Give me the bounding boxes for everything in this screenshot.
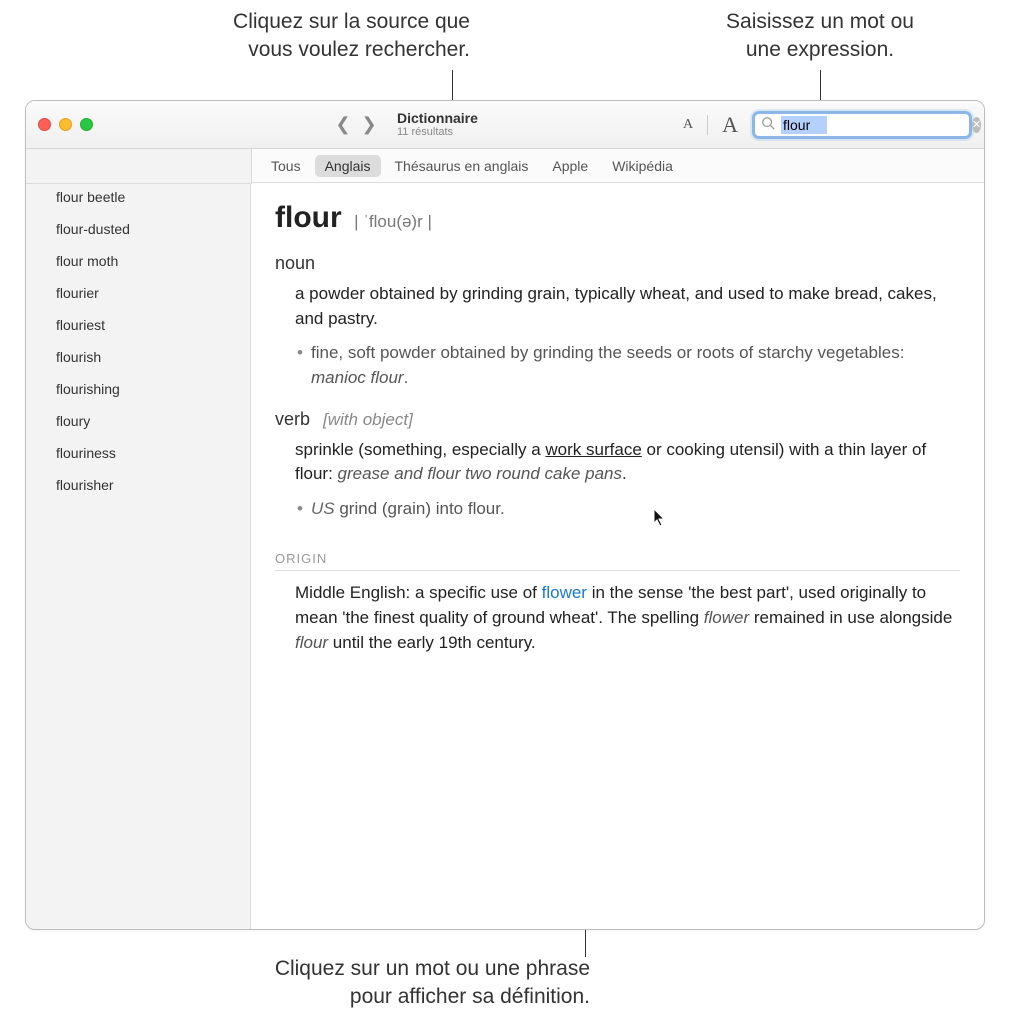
- verb-annotation: [with object]: [323, 410, 413, 429]
- noun-subdefinition: fine, soft powder obtained by grinding t…: [299, 341, 960, 390]
- origin-link[interactable]: flower: [542, 583, 587, 602]
- pronunciation: | ˈflou(ə)r |: [354, 212, 432, 231]
- origin-text: Middle English: a specific use of flower…: [295, 581, 960, 655]
- maximize-button[interactable]: [80, 118, 93, 131]
- dictionary-window: ❮ ❯ Dictionnaire 11 résultats A A ✕ flou…: [25, 100, 985, 930]
- sidebar-item[interactable]: flour moth: [26, 245, 250, 277]
- italic-text: flour: [295, 633, 328, 652]
- sidebar-item[interactable]: flour beetle: [26, 181, 250, 213]
- pos-noun: noun: [275, 253, 960, 274]
- source-tab-apple[interactable]: Apple: [542, 155, 598, 177]
- verb-subdefinition: US grind (grain) into flour.: [299, 497, 960, 522]
- font-size-controls: A A: [683, 112, 738, 138]
- window-title: Dictionnaire: [397, 110, 478, 126]
- source-tab-wikipédia[interactable]: Wikipédia: [602, 155, 683, 177]
- sidebar: flourflour beetleflour-dustedflour mothf…: [26, 149, 251, 929]
- close-button[interactable]: [38, 118, 51, 131]
- text: .: [404, 368, 409, 387]
- forward-button[interactable]: ❯: [359, 114, 379, 135]
- font-smaller-button[interactable]: A: [683, 117, 693, 133]
- text: Middle English: a specific use of: [295, 583, 542, 602]
- titlebar: ❮ ❯ Dictionnaire 11 résultats A A ✕: [26, 101, 984, 149]
- sidebar-item[interactable]: flourier: [26, 277, 250, 309]
- window-controls: [38, 118, 93, 131]
- verb-definition: sprinkle (something, especially a work s…: [295, 438, 960, 487]
- italic-text: flower: [704, 608, 749, 627]
- region-label: US: [311, 499, 335, 518]
- sidebar-item[interactable]: flouriness: [26, 437, 250, 469]
- nav-arrows: ❮ ❯: [333, 114, 379, 135]
- window-subtitle: 11 résultats: [397, 126, 478, 139]
- headword: flour: [275, 201, 342, 234]
- definition-content: flour | ˈflou(ə)r | noun a powder obtain…: [251, 183, 984, 929]
- text: remained in use alongside: [749, 608, 952, 627]
- text: .: [622, 464, 627, 483]
- sidebar-item[interactable]: flour-dusted: [26, 213, 250, 245]
- text: sprinkle (something, especially a: [295, 440, 545, 459]
- pos-verb: verb [with object]: [275, 409, 960, 430]
- source-tabs: TousAnglaisThésaurus en anglaisAppleWiki…: [251, 149, 984, 183]
- example-text: grease and flour two round cake pans: [338, 464, 622, 483]
- example-text: manioc flour: [311, 368, 404, 387]
- callout-sources: Cliquez sur la source quevous voulez rec…: [130, 8, 470, 65]
- pos-label: verb: [275, 409, 310, 429]
- text: grind (grain) into flour.: [335, 499, 505, 518]
- sidebar-item[interactable]: flourisher: [26, 469, 250, 501]
- callout-worddef: Cliquez sur un mot ou une phrasepour aff…: [130, 955, 590, 1012]
- source-tab-anglais[interactable]: Anglais: [315, 155, 381, 177]
- text: fine, soft powder obtained by grinding t…: [311, 343, 904, 362]
- sidebar-item[interactable]: flourishing: [26, 373, 250, 405]
- text: until the early 19th century.: [328, 633, 536, 652]
- noun-definition: a powder obtained by grinding grain, typ…: [295, 282, 960, 331]
- back-button[interactable]: ❮: [333, 114, 353, 135]
- sidebar-item[interactable]: floury: [26, 405, 250, 437]
- sidebar-item[interactable]: flouriest: [26, 309, 250, 341]
- search-icon: [761, 116, 775, 133]
- source-tab-thésaurus-en-anglais[interactable]: Thésaurus en anglais: [385, 155, 539, 177]
- search-box[interactable]: ✕: [752, 111, 972, 139]
- clear-search-button[interactable]: ✕: [972, 117, 981, 133]
- source-tab-tous[interactable]: Tous: [261, 155, 311, 177]
- sidebar-item[interactable]: flourish: [26, 341, 250, 373]
- title-block: Dictionnaire 11 résultats: [397, 110, 478, 139]
- search-input[interactable]: [781, 116, 966, 134]
- divider: [707, 115, 708, 135]
- window-body: flourflour beetleflour-dustedflour mothf…: [26, 149, 984, 929]
- minimize-button[interactable]: [59, 118, 72, 131]
- linked-word[interactable]: work surface: [545, 440, 641, 459]
- origin-heading: ORIGIN: [275, 551, 960, 571]
- callout-search: Saisissez un mot ouune expression.: [690, 8, 950, 65]
- font-larger-button[interactable]: A: [722, 112, 738, 138]
